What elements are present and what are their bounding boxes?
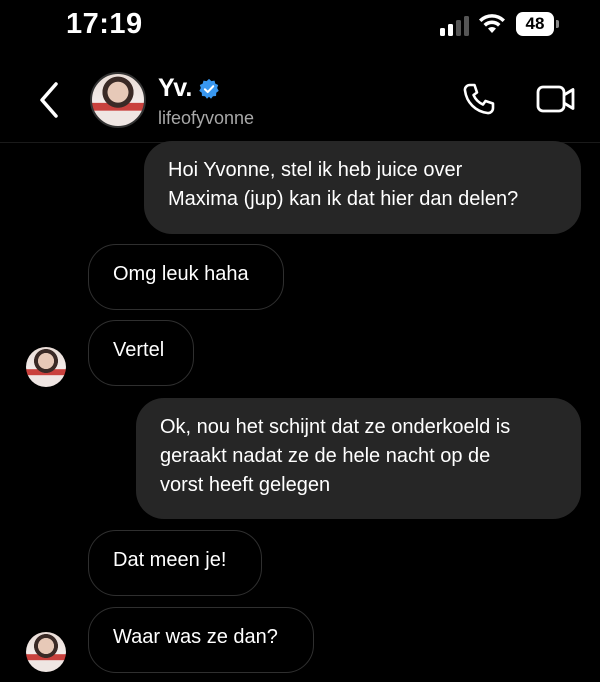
phone-icon[interactable] [462, 82, 496, 116]
message-outgoing[interactable]: Ok, nou het schijnt dat ze onderkoeld is… [136, 398, 581, 519]
contact-avatar-small[interactable] [26, 347, 66, 387]
contact-name: Yv. [158, 74, 193, 102]
wifi-icon [479, 14, 505, 33]
chat-header: Yv. lifeofyvonne [0, 52, 600, 143]
battery-icon: 48 [516, 12, 560, 36]
message-incoming[interactable]: Waar was ze dan? [88, 607, 314, 673]
message-outgoing[interactable]: Hoi Yvonne, stel ik heb juice over Maxim… [144, 141, 581, 234]
contact-avatar[interactable] [90, 72, 146, 128]
message-incoming[interactable]: Omg leuk haha [88, 244, 284, 310]
status-bar: 17:19 48 [0, 0, 600, 52]
status-time: 17:19 [66, 8, 143, 40]
message-incoming[interactable]: Vertel [88, 320, 194, 386]
back-chevron-icon[interactable] [36, 80, 62, 120]
video-camera-icon[interactable] [536, 84, 576, 114]
contact-handle[interactable]: lifeofyvonne [158, 108, 254, 129]
verified-badge-icon [199, 78, 220, 99]
message-incoming[interactable]: Dat meen je! [88, 530, 262, 596]
cellular-signal-icon [440, 14, 470, 36]
contact-avatar-small[interactable] [26, 632, 66, 672]
battery-level: 48 [516, 12, 554, 36]
contact-name-row[interactable]: Yv. [158, 74, 220, 103]
dm-thread-screen: 17:19 48 Yv. lifeofyvonne Hoi Yvonne, st… [0, 0, 600, 682]
